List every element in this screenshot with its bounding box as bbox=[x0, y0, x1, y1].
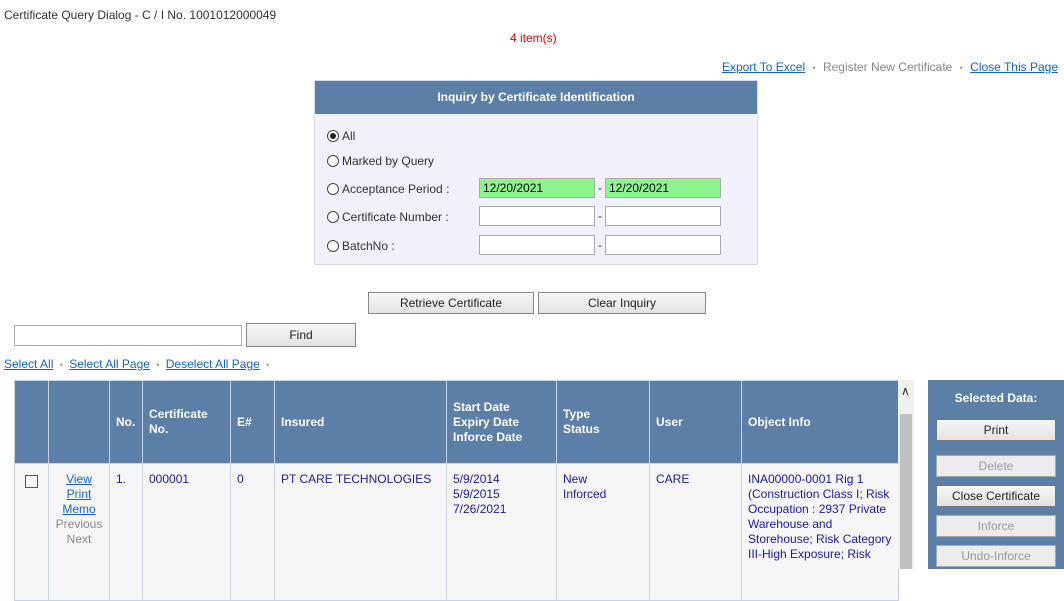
row-type-status: New Inforced bbox=[556, 463, 650, 601]
option-acceptance[interactable]: Acceptance Period : bbox=[327, 179, 449, 199]
table-row: View Print Memo Previous Next 1. 000001 … bbox=[14, 463, 899, 601]
radio-cert-number[interactable] bbox=[327, 211, 339, 223]
header-status: Status bbox=[563, 422, 600, 436]
row-expiry-date: 5/9/2015 bbox=[453, 487, 500, 501]
option-cert-number[interactable]: Certificate Number : bbox=[327, 207, 449, 227]
deselect-all-page-link[interactable]: Deselect All Page bbox=[166, 357, 260, 371]
header-checkbox bbox=[14, 380, 49, 464]
delete-button[interactable]: Delete bbox=[936, 455, 1056, 477]
next-link: Next bbox=[66, 532, 92, 546]
select-all-link[interactable]: Select All bbox=[4, 357, 53, 371]
batch-to-input[interactable] bbox=[605, 235, 721, 255]
separator-dot: • bbox=[266, 360, 270, 370]
header-user[interactable]: User bbox=[649, 380, 742, 464]
memo-link[interactable]: Memo bbox=[55, 502, 103, 517]
inquiry-header: Inquiry by Certificate Identification bbox=[315, 81, 757, 114]
dialog-title: Certificate Query Dialog - C / I No. 100… bbox=[4, 8, 277, 22]
separator-dot: • bbox=[812, 63, 816, 73]
row-actions: View Print Memo Previous Next bbox=[48, 463, 110, 601]
undo-inforce-button[interactable]: Undo-Inforce bbox=[936, 545, 1056, 567]
header-type: Type bbox=[563, 407, 591, 421]
selected-data-panel: Selected Data: Print Delete Close Certif… bbox=[928, 380, 1064, 569]
option-all-label: All bbox=[342, 129, 356, 143]
find-input[interactable] bbox=[14, 325, 242, 346]
row-no: 1. bbox=[109, 463, 143, 601]
acceptance-from-input[interactable] bbox=[479, 178, 595, 198]
row-type: New bbox=[563, 472, 588, 486]
header-e[interactable]: E# bbox=[230, 380, 275, 464]
header-object-info[interactable]: Object Info bbox=[741, 380, 899, 464]
row-object-info: INA00000-0001 Rig 1 (Construction Class … bbox=[741, 463, 899, 601]
batch-from-input[interactable] bbox=[479, 235, 595, 255]
select-all-page-link[interactable]: Select All Page bbox=[69, 357, 150, 371]
range-dash: - bbox=[598, 209, 602, 223]
radio-all[interactable] bbox=[327, 130, 339, 142]
print-button[interactable]: Print bbox=[936, 419, 1056, 441]
inforce-button[interactable]: Inforce bbox=[936, 515, 1056, 537]
top-links: Export To Excel • Register New Certifica… bbox=[722, 60, 1058, 74]
separator-dot: • bbox=[59, 360, 63, 370]
header-actions bbox=[48, 380, 110, 464]
header-insured[interactable]: Insured bbox=[274, 380, 447, 464]
header-start-date: Start Date bbox=[453, 399, 510, 414]
row-cert-no: 000001 bbox=[142, 463, 231, 601]
radio-marked[interactable] bbox=[327, 155, 339, 167]
row-checkbox-cell bbox=[14, 463, 49, 601]
option-batch-label: BatchNo : bbox=[342, 239, 395, 253]
row-user: CARE bbox=[649, 463, 742, 601]
retrieve-certificate-button[interactable]: Retrieve Certificate bbox=[368, 292, 534, 314]
acceptance-to-input[interactable] bbox=[605, 178, 721, 198]
header-dates[interactable]: Start Date Expiry Date Inforce Date bbox=[446, 380, 557, 464]
view-link[interactable]: View bbox=[55, 472, 103, 487]
table-scrollbar[interactable]: ∧ bbox=[898, 380, 914, 569]
export-to-excel-link[interactable]: Export To Excel bbox=[722, 60, 805, 74]
row-status: Inforced bbox=[563, 487, 607, 501]
chevron-up-icon[interactable]: ∧ bbox=[901, 384, 910, 398]
header-type-status[interactable]: Type Status bbox=[556, 380, 650, 464]
option-batch[interactable]: BatchNo : bbox=[327, 236, 395, 256]
clear-inquiry-button[interactable]: Clear Inquiry bbox=[538, 292, 706, 314]
scrollbar-thumb[interactable] bbox=[900, 414, 912, 569]
row-start-date: 5/9/2014 bbox=[453, 472, 500, 486]
find-button[interactable]: Find bbox=[246, 323, 356, 347]
header-expiry-date: Expiry Date bbox=[453, 414, 520, 429]
cert-number-from-input[interactable] bbox=[479, 206, 595, 226]
option-all[interactable]: All bbox=[327, 126, 355, 146]
header-inforce-date: Inforce Date bbox=[453, 429, 523, 444]
range-dash: - bbox=[598, 238, 602, 252]
selection-links: Select All • Select All Page • Deselect … bbox=[4, 357, 272, 371]
close-certificate-button[interactable]: Close Certificate bbox=[936, 485, 1056, 507]
option-cert-number-label: Certificate Number : bbox=[342, 210, 449, 224]
row-dates: 5/9/2014 5/9/2015 7/26/2021 bbox=[446, 463, 557, 601]
radio-batch[interactable] bbox=[327, 240, 339, 252]
header-cert-no[interactable]: Certificate No. bbox=[142, 380, 231, 464]
previous-link: Previous bbox=[55, 517, 103, 531]
selected-data-header: Selected Data: bbox=[954, 391, 1038, 405]
cert-number-to-input[interactable] bbox=[605, 206, 721, 226]
row-e: 0 bbox=[230, 463, 275, 601]
header-no[interactable]: No. bbox=[109, 380, 143, 464]
option-marked-label: Marked by Query bbox=[342, 154, 435, 168]
row-checkbox[interactable] bbox=[25, 475, 38, 488]
inquiry-panel: Inquiry by Certificate Identification Al… bbox=[314, 80, 758, 265]
range-dash: - bbox=[598, 181, 602, 195]
option-acceptance-label: Acceptance Period : bbox=[342, 182, 450, 196]
item-count: 4 item(s) bbox=[510, 31, 557, 45]
radio-acceptance[interactable] bbox=[327, 183, 339, 195]
separator-dot: • bbox=[959, 63, 963, 73]
option-marked[interactable]: Marked by Query bbox=[327, 151, 434, 171]
close-page-link[interactable]: Close This Page bbox=[970, 60, 1058, 74]
row-inforce-date: 7/26/2021 bbox=[453, 502, 507, 516]
table-header-row: No. Certificate No. E# Insured Start Dat… bbox=[14, 380, 899, 464]
row-insured: PT CARE TECHNOLOGIES bbox=[274, 463, 447, 601]
register-new-certificate-link[interactable]: Register New Certificate bbox=[823, 60, 952, 74]
certificate-table: No. Certificate No. E# Insured Start Dat… bbox=[14, 380, 899, 601]
separator-dot: • bbox=[156, 360, 160, 370]
print-link[interactable]: Print bbox=[55, 487, 103, 502]
